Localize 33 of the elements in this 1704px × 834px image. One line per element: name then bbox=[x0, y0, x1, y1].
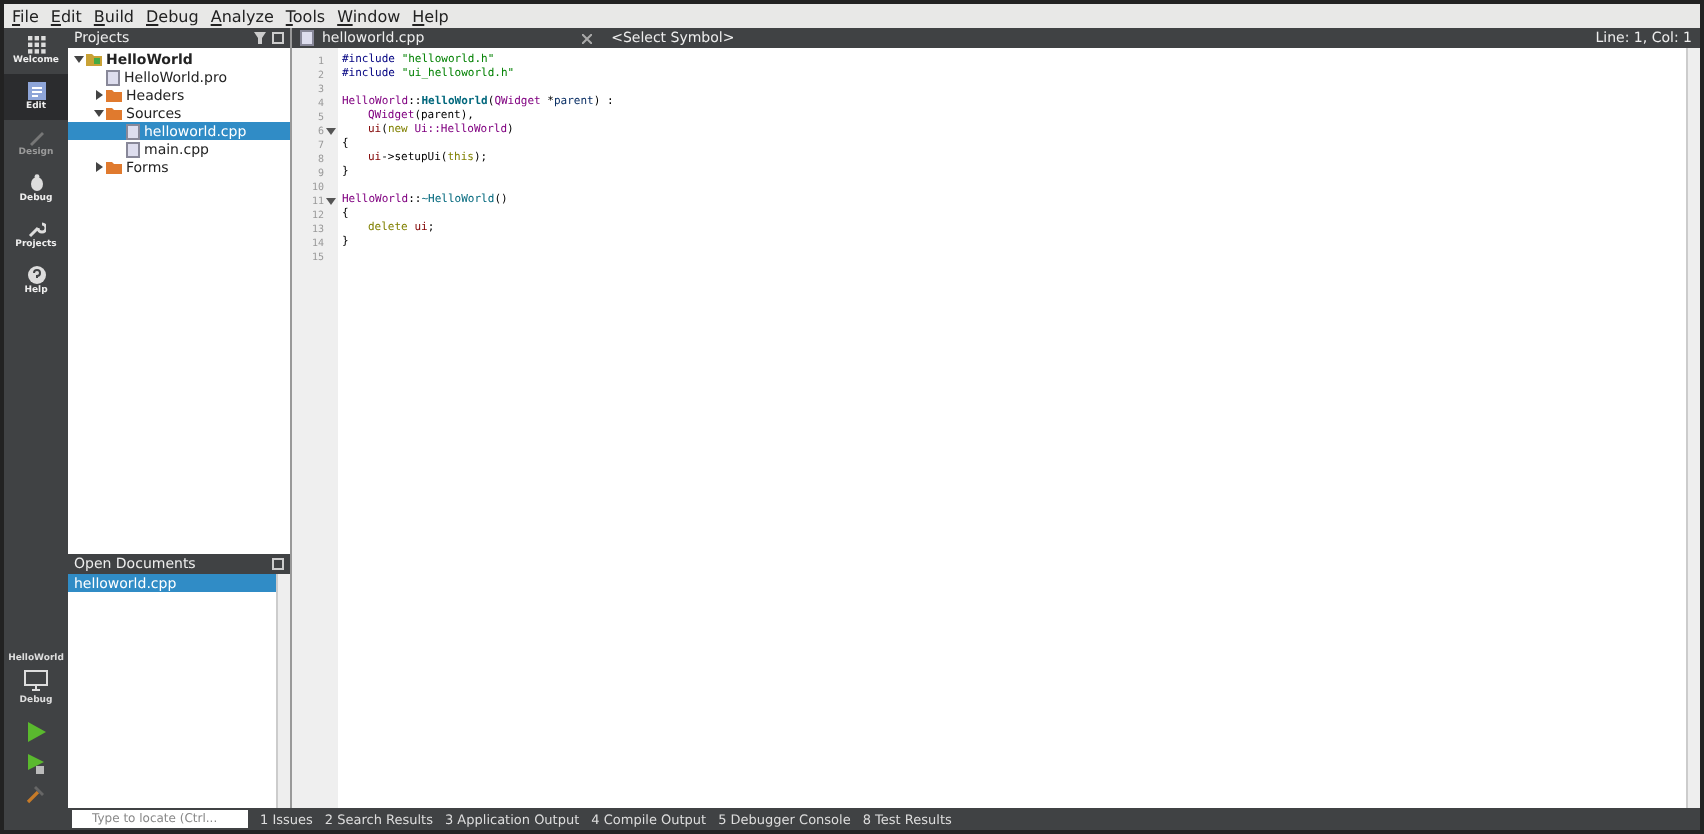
split-icon[interactable] bbox=[272, 558, 284, 570]
collapsed-arrow-icon[interactable] bbox=[94, 162, 104, 172]
menu-item[interactable]: Window bbox=[337, 7, 401, 25]
document-icon bbox=[27, 82, 45, 100]
menu-item[interactable]: Build bbox=[93, 7, 134, 25]
debug-run-icon[interactable] bbox=[27, 754, 45, 774]
help-icon bbox=[27, 266, 45, 284]
filter-icon[interactable] bbox=[254, 32, 266, 44]
menu-item[interactable]: Tools bbox=[285, 7, 326, 25]
menu-item[interactable]: File bbox=[12, 7, 39, 25]
menu-item[interactable]: Debug bbox=[146, 7, 199, 25]
collapsed-arrow-icon[interactable] bbox=[94, 90, 104, 100]
close-icon[interactable] bbox=[581, 33, 592, 43]
grid-icon bbox=[27, 36, 45, 54]
monitor-icon[interactable] bbox=[24, 670, 48, 692]
menu-item[interactable]: Analyze bbox=[210, 7, 274, 25]
wrench-icon bbox=[27, 220, 45, 238]
scrollbar[interactable] bbox=[1686, 48, 1700, 808]
expanded-arrow-icon[interactable] bbox=[94, 108, 104, 118]
bug-icon bbox=[27, 174, 45, 192]
split-icon[interactable] bbox=[272, 32, 284, 44]
scrollbar[interactable] bbox=[276, 574, 290, 808]
expanded-arrow-icon[interactable] bbox=[326, 126, 336, 136]
menu-item[interactable]: Help bbox=[412, 7, 449, 25]
folder-icon bbox=[106, 160, 122, 174]
file-icon bbox=[106, 69, 120, 85]
expanded-arrow-icon[interactable] bbox=[74, 54, 84, 64]
menu-item[interactable]: Edit bbox=[50, 7, 82, 25]
expanded-arrow-icon[interactable] bbox=[326, 196, 336, 206]
hammer-icon[interactable] bbox=[26, 784, 46, 804]
run-icon[interactable] bbox=[27, 722, 45, 742]
pencil-icon bbox=[27, 128, 45, 146]
project-icon bbox=[86, 52, 102, 66]
